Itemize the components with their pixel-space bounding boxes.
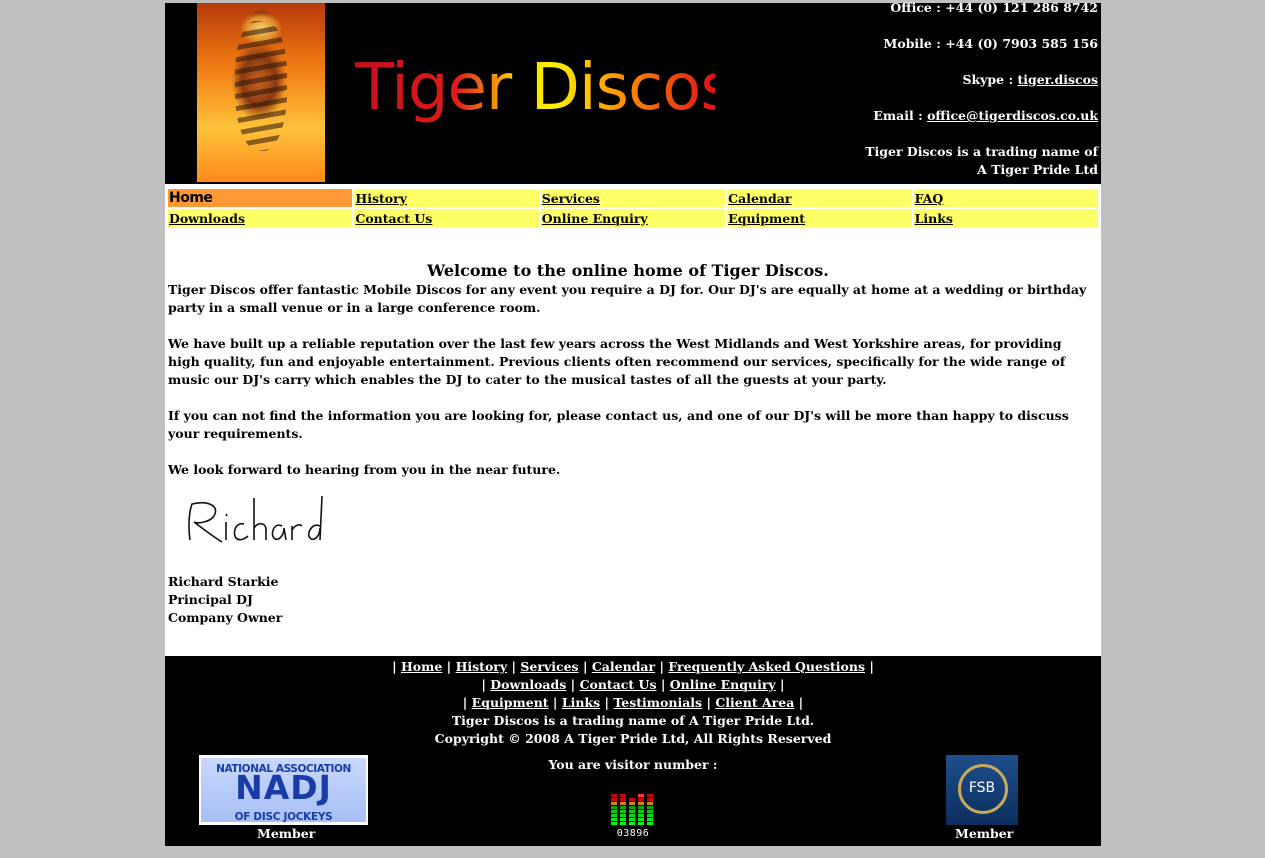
- signature-block: Richard Starkie Principal DJ Company Own…: [168, 573, 282, 627]
- office-line: Office : +44 (0) 121 286 8742: [890, 0, 1098, 15]
- fsb-logo[interactable]: FSB: [946, 755, 1018, 825]
- main-content: Welcome to the online home of Tiger Disc…: [168, 261, 1088, 626]
- footer-link-equipment[interactable]: Equipment: [472, 695, 549, 710]
- nav-item-online-enquiry: Online Enquiry: [540, 209, 726, 227]
- counter-bars: [611, 794, 653, 825]
- nav-link-calendar[interactable]: Calendar: [728, 191, 791, 206]
- mobile-phone: +44 (0) 7903 585 156: [945, 36, 1098, 51]
- skype-link[interactable]: tiger.discos: [1017, 72, 1098, 87]
- footer-link-links[interactable]: Links: [562, 695, 600, 710]
- mobile-line: Mobile : +44 (0) 7903 585 156: [883, 36, 1098, 51]
- footer-links-row-3: | Equipment | Links | Testimonials | Cli…: [462, 695, 804, 710]
- signature-image: [188, 495, 323, 543]
- footer-link-history[interactable]: History: [456, 659, 508, 674]
- tiger-image: [197, 3, 325, 182]
- email-line: Email : office@tigerdiscos.co.uk: [873, 108, 1098, 123]
- main-nav: Home History Services Calendar FAQ Downl…: [166, 187, 1100, 229]
- footer-trading-text: Tiger Discos is a trading name of A Tige…: [451, 713, 815, 728]
- footer-copyright: Copyright © 2008 A Tiger Pride Ltd, All …: [434, 731, 832, 746]
- welcome-heading: Welcome to the online home of Tiger Disc…: [427, 261, 829, 280]
- footer-link-online-enquiry[interactable]: Online Enquiry: [670, 677, 776, 692]
- footer-links-row-1: | Home | History | Services | Calendar |…: [392, 659, 874, 674]
- nav-link-services[interactable]: Services: [542, 191, 600, 206]
- email-link[interactable]: office@tigerdiscos.co.uk: [927, 108, 1098, 123]
- nav-item-calendar: Calendar: [727, 189, 912, 207]
- footer-links-row-2: | Downloads | Contact Us | Online Enquir…: [481, 677, 785, 692]
- nav-link-online-enquiry[interactable]: Online Enquiry: [542, 211, 648, 226]
- trading-line-2: A Tiger Pride Ltd: [977, 162, 1098, 177]
- visitor-counter: 03896: [611, 794, 653, 838]
- nav-item-home[interactable]: Home: [168, 189, 353, 207]
- nav-item-links: Links: [913, 209, 1098, 227]
- nadj-member-label: Member: [257, 826, 316, 841]
- header: Tiger Discos Office : +44 (0) 121 286 87…: [165, 0, 1101, 184]
- skype-line: Skype : tiger.discos: [962, 72, 1098, 87]
- nav-item-contact-us: Contact Us: [354, 209, 539, 227]
- footer-link-client-area[interactable]: Client Area: [715, 695, 794, 710]
- intro-paragraph: Tiger Discos offer fantastic Mobile Disc…: [168, 282, 1087, 315]
- owner-title-1: Principal DJ: [168, 592, 253, 607]
- reputation-paragraph: We have built up a reliable reputation o…: [168, 336, 1066, 387]
- owner-name: Richard Starkie: [168, 574, 279, 589]
- fsb-member-label: Member: [955, 826, 1014, 841]
- visitor-count: 03896: [617, 828, 650, 838]
- trading-line-1: Tiger Discos is a trading name of: [865, 144, 1098, 159]
- nav-link-downloads[interactable]: Downloads: [169, 211, 245, 226]
- nav-item-faq: FAQ: [913, 189, 1098, 207]
- nav-link-contact-us[interactable]: Contact Us: [355, 211, 432, 226]
- nav-item-equipment: Equipment: [727, 209, 912, 227]
- nav-link-links[interactable]: Links: [915, 211, 953, 226]
- footer-link-home[interactable]: Home: [401, 659, 442, 674]
- page: Tiger Discos Office : +44 (0) 121 286 87…: [165, 0, 1101, 846]
- footer-link-downloads[interactable]: Downloads: [490, 677, 566, 692]
- footer-link-calendar[interactable]: Calendar: [592, 659, 655, 674]
- contact-paragraph: If you can not find the information you …: [168, 408, 1069, 441]
- nav-link-equipment[interactable]: Equipment: [728, 211, 805, 226]
- nav-item-services: Services: [540, 189, 726, 207]
- office-phone: +44 (0) 121 286 8742: [945, 0, 1098, 15]
- nav-item-downloads: Downloads: [168, 209, 353, 227]
- footer-link-services[interactable]: Services: [520, 659, 578, 674]
- nav-link-faq[interactable]: FAQ: [915, 191, 944, 206]
- nav-link-history[interactable]: History: [355, 191, 407, 206]
- footer-link-contact-us[interactable]: Contact Us: [580, 677, 657, 692]
- owner-title-2: Company Owner: [168, 610, 283, 625]
- closing-paragraph: We look forward to hearing from you in t…: [168, 462, 561, 477]
- footer-link-testimonials[interactable]: Testimonials: [613, 695, 702, 710]
- footer: | Home | History | Services | Calendar |…: [165, 656, 1101, 846]
- site-logo: Tiger Discos: [355, 43, 734, 133]
- footer-link-faq[interactable]: Frequently Asked Questions: [668, 659, 865, 674]
- nav-item-history: History: [354, 189, 539, 207]
- contact-block: Office : +44 (0) 121 286 8742 Mobile : +…: [798, 0, 1098, 179]
